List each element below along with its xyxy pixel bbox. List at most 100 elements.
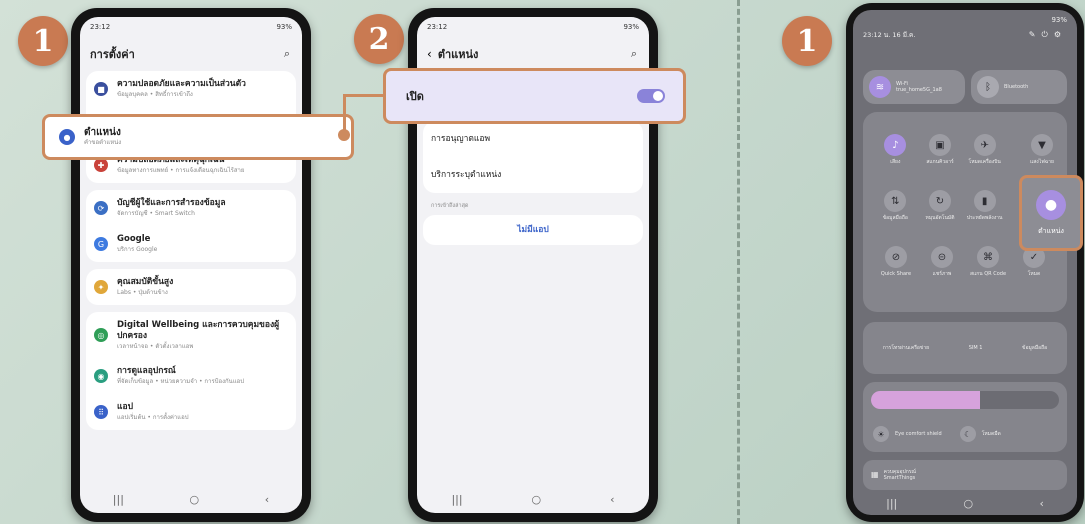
qr-scan-tile[interactable]: ▣ สแกนคิวอาร์ <box>918 134 963 165</box>
app-permissions-item[interactable]: การอนุญาตแอพ <box>423 121 643 157</box>
phone-quick-panel: 93% 23:12 น. 16 มี.ค. ✎⏻⚙ ≋ Wi-Fi true_ho… <box>846 3 1084 522</box>
settings-group-3: ✦ คุณสมบัติขั้นสูง Labs • ปุ่มด้านข้าง <box>86 269 296 305</box>
tile-label: โหมด <box>1027 271 1041 277</box>
phone-settings: 23:12 93% การตั้งค่า ⌕ ■ ความปลอดภัยและค… <box>71 8 311 522</box>
status-bar: 93% <box>853 10 1077 30</box>
mobile-data-icon: ⇅ <box>884 190 907 212</box>
search-icon[interactable]: ⌕ <box>631 47 637 61</box>
location-pin-icon: ● <box>1036 189 1066 220</box>
item-title: แอป <box>117 402 133 412</box>
apps-icon: ⠿ <box>94 405 108 419</box>
item-title: Google <box>117 234 151 244</box>
location-toggle[interactable] <box>637 89 665 103</box>
grid-icon: ▦ <box>871 470 879 479</box>
tile-label: สแกน QR Code <box>969 271 1007 277</box>
tile-label: โหมดเครื่องบิน <box>968 159 1001 165</box>
settings-item-device-care[interactable]: ◉ การดูแลอุปกรณ์ ที่จัดเก็บข้อมูล • หน่วย… <box>86 358 296 394</box>
back-arrow-icon[interactable]: ‹ <box>427 47 432 61</box>
eye-comfort-toggle[interactable]: ☀ Eye comfort shield <box>873 426 942 442</box>
nav-bar: ||| ○ ‹ <box>80 485 302 513</box>
mobile-data-tile[interactable]: ⇅ ข้อมูลมือถือ <box>873 190 918 221</box>
mobile-data-label: ข้อมูลมือถือ <box>1022 345 1048 351</box>
eye-comfort-label: Eye comfort shield <box>895 431 942 437</box>
item-subtitle: เวลาหน้าจอ • ตัวตั้งเวลาแอพ <box>117 342 194 350</box>
back-icon[interactable]: ‹ <box>610 493 614 506</box>
recents-icon[interactable]: ||| <box>113 493 124 506</box>
page-title: การตั้งค่า <box>90 48 135 61</box>
auto-rotate-tile[interactable]: ↻ หมุนอัตโนมัติ <box>918 190 963 221</box>
settings-item-google[interactable]: G Google บริการ Google <box>86 226 296 262</box>
location-options: การอนุญาตแอพ บริการระบุตำแหน่ง <box>423 121 643 193</box>
network-info-panel: การโทรผ่านเครือข่าย SIM 1 ข้อมูลมือถือ <box>863 322 1067 374</box>
airplane-icon: ✈ <box>973 134 996 156</box>
location-services-item[interactable]: บริการระบุตำแหน่ง <box>423 157 643 193</box>
power-saving-tile[interactable]: ▮ ประหยัดพลังงาน <box>962 190 1007 221</box>
quick-share-icon: ⊘ <box>885 246 907 268</box>
location-callout[interactable]: ● ตำแหน่ง คำขอตำแหน่ง <box>42 114 354 160</box>
recents-icon[interactable]: ||| <box>886 497 897 510</box>
sync-icon: ⟳ <box>94 201 108 215</box>
edit-icon[interactable]: ✎ <box>1029 30 1042 39</box>
home-icon[interactable]: ○ <box>964 497 974 510</box>
tile-label: Quick Share <box>880 271 912 277</box>
toggle-label: เปิด <box>406 90 424 103</box>
qp-actions: ✎⏻⚙ <box>1029 30 1067 40</box>
quick-share-tile[interactable]: ⊘ Quick Share <box>873 246 919 277</box>
home-icon[interactable]: ○ <box>190 493 200 506</box>
eye-comfort-icon: ☀ <box>873 426 889 442</box>
item-subtitle: แอปเริ่มต้น • การตั้งค่าแอป <box>117 414 189 421</box>
tile-label: แสงไฟฉาย <box>1030 159 1054 165</box>
device-control-panel[interactable]: ▦ ควบคุมอุปกรณ์ SmartThings <box>863 460 1067 490</box>
settings-item-privacy[interactable]: ■ ความปลอดภัยและความเป็นส่วนตัว ข้อมูลบุค… <box>86 71 296 107</box>
bluetooth-label: Bluetooth <box>1004 84 1029 90</box>
back-icon[interactable]: ‹ <box>265 493 269 506</box>
item-title: ความปลอดภัยและความเป็นส่วนตัว <box>117 79 246 89</box>
settings-item-apps[interactable]: ⠿ แอปแอปเริ่มต้น • การตั้งค่าแอป <box>86 394 296 430</box>
shield-icon: ■ <box>94 82 108 96</box>
sim-label: SIM 1 <box>968 345 983 351</box>
bluetooth-tile[interactable]: ᛒ Bluetooth <box>971 70 1067 104</box>
wifi-network: true_home5G_1a8 <box>896 87 942 93</box>
qp-datetime: 23:12 น. 16 มี.ค. <box>863 31 916 39</box>
location-tile-callout[interactable]: ● ตำแหน่ง <box>1019 175 1083 251</box>
settings-item-advanced[interactable]: ✦ คุณสมบัติขั้นสูง Labs • ปุ่มด้านข้าง <box>86 269 296 305</box>
airplane-tile[interactable]: ✈ โหมดเครื่องบิน <box>962 134 1007 165</box>
connector-line <box>343 94 385 136</box>
tile-label: สแกนคิวอาร์ <box>926 159 954 165</box>
tile-row-2: ⇅ ข้อมูลมือถือ ↻ หมุนอัตโนมัติ ▮ ประหยัดพลั… <box>873 190 1007 221</box>
flashlight-tile[interactable]: ▼ แสงไฟฉาย <box>1019 134 1065 165</box>
power-icon[interactable]: ⏻ <box>1042 30 1054 39</box>
flashlight-icon: ▼ <box>1031 134 1053 156</box>
back-icon[interactable]: ‹ <box>1039 497 1043 510</box>
share-tile[interactable]: ⊝ แชร์ภาพ <box>919 246 965 277</box>
qp-header: 23:12 น. 16 มี.ค. ✎⏻⚙ <box>853 30 1077 40</box>
network-calling-label: การโทรผ่านเครือข่าย <box>882 345 930 351</box>
recent-access-card: ไม่มีแอป <box>423 215 643 245</box>
status-time: 23:12 <box>90 23 111 31</box>
gear-icon[interactable]: ⚙ <box>1054 30 1067 39</box>
item-title: Digital Wellbeing และการควบคุมของผู้ปกคร… <box>117 319 280 341</box>
share-icon: ⊝ <box>931 246 953 268</box>
rotate-icon: ↻ <box>929 190 951 212</box>
settings-item-accounts[interactable]: ⟳ บัญชีผู้ใช้และการสำรองข้อมูล จัดการบัญช… <box>86 190 296 226</box>
dark-mode-toggle[interactable]: ☾ โหมดมืด <box>959 426 1001 442</box>
quick-panel-screen: 93% 23:12 น. 16 มี.ค. ✎⏻⚙ ≋ Wi-Fi true_ho… <box>853 10 1077 515</box>
item-subtitle: ที่จัดเก็บข้อมูล • หน่วยความจำ • การป้อง… <box>117 378 245 385</box>
brightness-slider[interactable] <box>871 391 1059 409</box>
item-subtitle: ข้อมูลทางการแพทย์ • การแจ้งเตือนฉุกเฉินไ… <box>117 167 245 174</box>
settings-item-wellbeing[interactable]: ◎ Digital Wellbeing และการควบคุมของผู้ปก… <box>86 312 296 358</box>
step-badge-2: 2 <box>354 14 404 64</box>
status-battery: 93% <box>1051 16 1067 24</box>
page-title: ตำแหน่ง <box>437 48 479 61</box>
tile-row-1: ♪ เสียง ▣ สแกนคิวอาร์ ✈ โหมดเครื่องบิน <box>873 134 1007 165</box>
search-icon[interactable]: ⌕ <box>284 47 290 61</box>
wifi-tile[interactable]: ≋ Wi-Fi true_home5G_1a8 <box>863 70 965 104</box>
toggle-callout[interactable]: เปิด <box>383 68 686 124</box>
qr-code-icon: ⌘ <box>977 246 999 268</box>
recents-icon[interactable]: ||| <box>451 493 462 506</box>
sound-tile[interactable]: ♪ เสียง <box>873 134 918 165</box>
qr-code-tile[interactable]: ⌘ สแกน QR Code <box>965 246 1011 277</box>
tile-label: แชร์ภาพ <box>932 271 952 277</box>
home-icon[interactable]: ○ <box>532 493 542 506</box>
settings-group-4: ◎ Digital Wellbeing และการควบคุมของผู้ปก… <box>86 312 296 430</box>
